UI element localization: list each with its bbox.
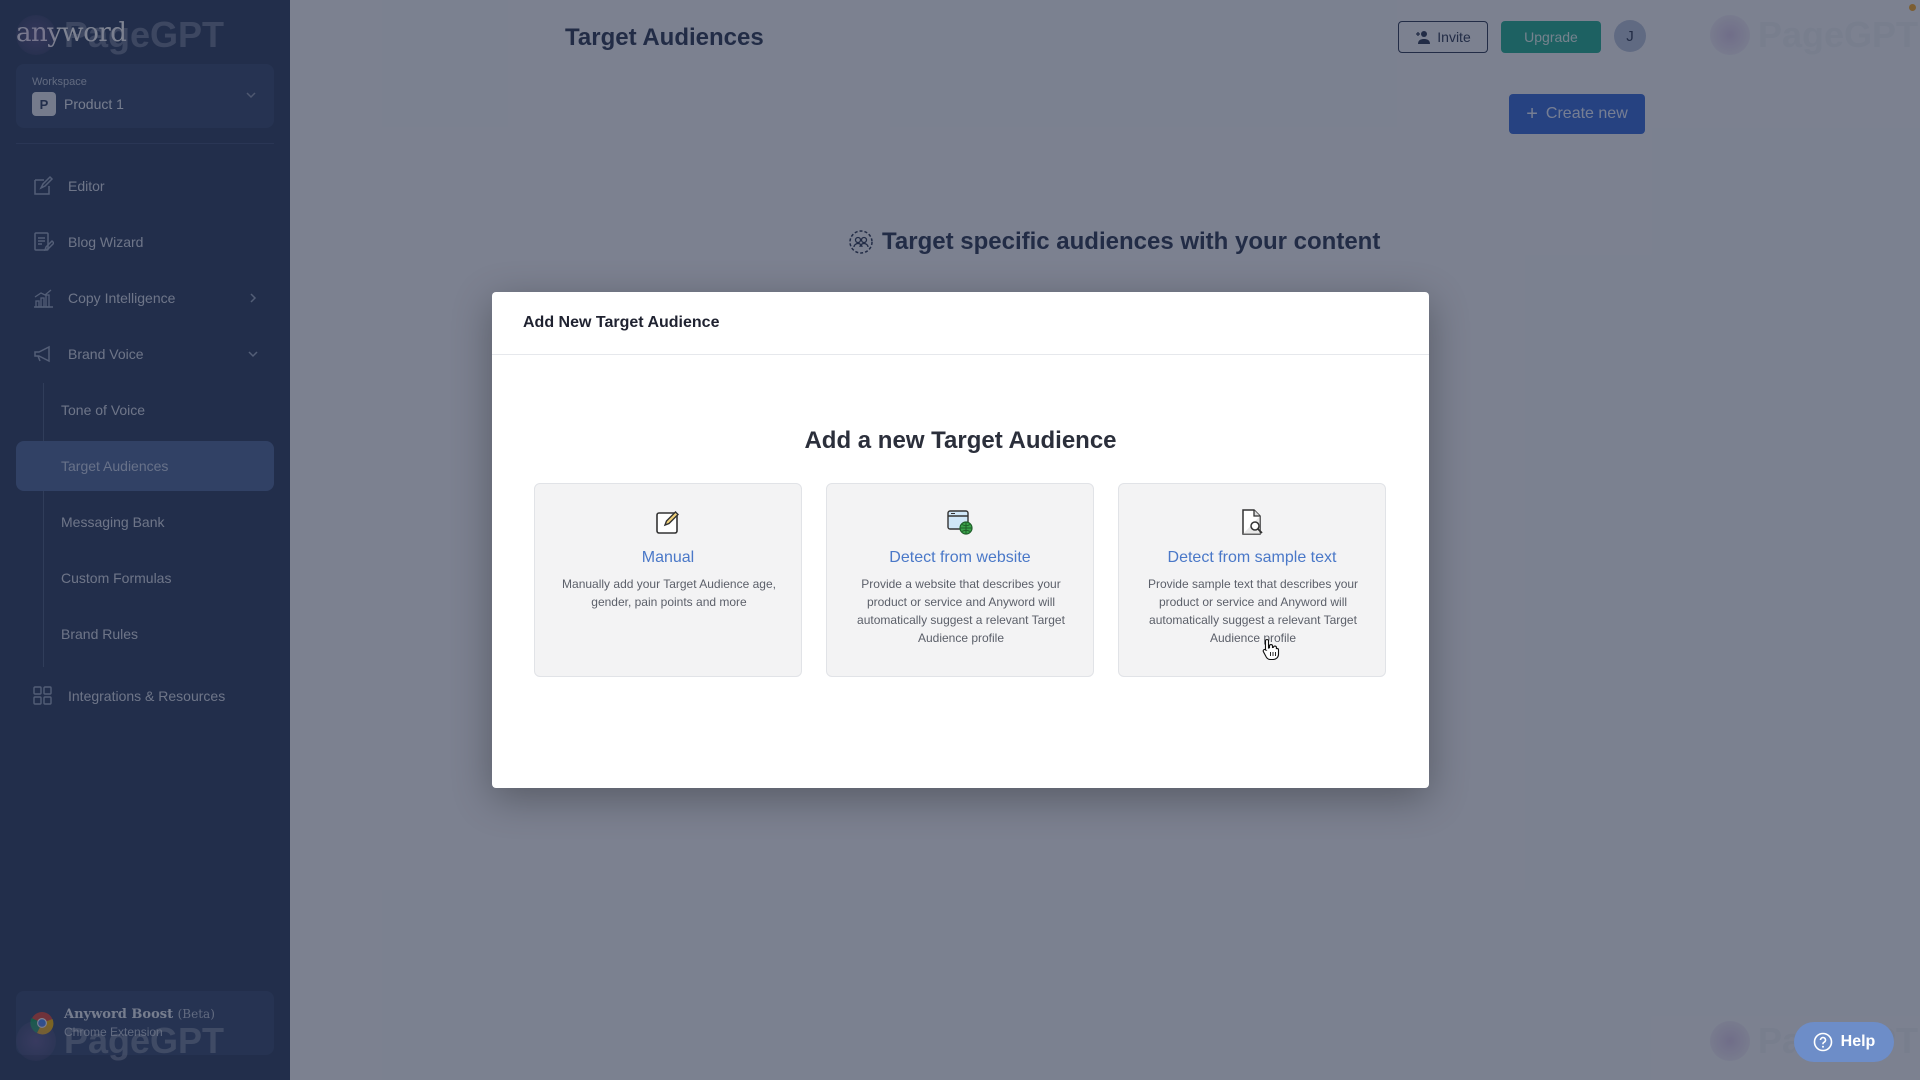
- option-title: Manual: [641, 549, 695, 566]
- website-globe-icon: [947, 510, 973, 535]
- pointer-hand-cursor: [1262, 638, 1280, 660]
- option-detect-sample-text[interactable]: Detect from sample text Provide sample t…: [1118, 483, 1386, 677]
- option-detect-website[interactable]: Detect from website Provide a website th…: [826, 483, 1094, 677]
- modal-header: Add New Target Audience: [492, 292, 1429, 355]
- document-search-icon: [1242, 509, 1263, 535]
- option-description: Provide sample text that describes your …: [1147, 577, 1359, 645]
- modal-title: Add New Target Audience: [523, 314, 720, 331]
- modal-heading: Add a new Target Audience: [804, 427, 1117, 454]
- edit-note-icon: [656, 511, 679, 534]
- option-description: Provide a website that describes your pr…: [857, 577, 1065, 645]
- help-button[interactable]: Help: [1794, 1022, 1894, 1062]
- add-target-audience-modal: Add New Target Audience Add a new Target…: [492, 292, 1429, 788]
- option-title: Detect from website: [889, 549, 1031, 566]
- question-circle-icon: [1813, 1032, 1832, 1052]
- option-title: Detect from sample text: [1167, 549, 1337, 566]
- option-cards: Manual Manually add your Target Audience…: [534, 483, 1386, 677]
- help-label: Help: [1840, 1033, 1876, 1050]
- option-manual[interactable]: Manual Manually add your Target Audience…: [534, 483, 802, 677]
- option-description: Manually add your Target Audience age, g…: [562, 577, 776, 609]
